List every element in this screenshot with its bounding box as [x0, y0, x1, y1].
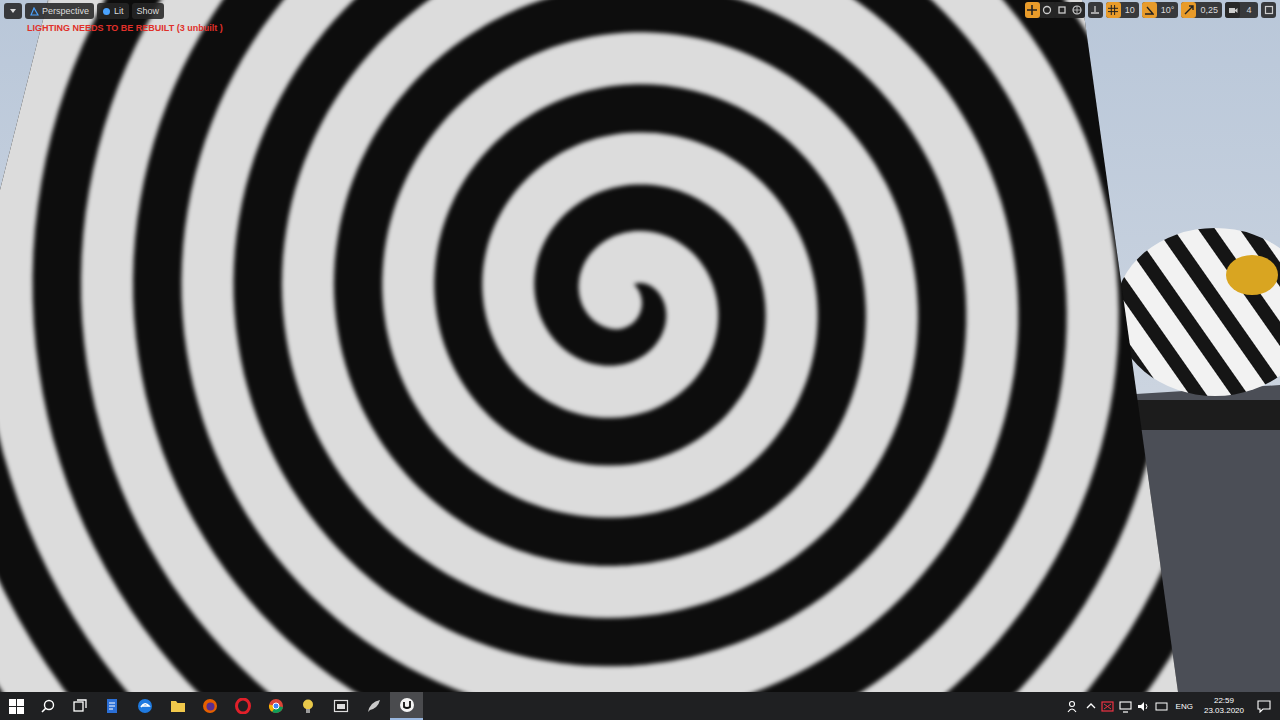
taskbar-app[interactable]	[129, 692, 162, 720]
viewport-scene	[0, 0, 1280, 692]
desktop: Perspective Lit Show LIGHTING NEEDS TO B…	[0, 0, 1280, 720]
world-local-toggle[interactable]	[1070, 2, 1085, 18]
move-icon	[1027, 5, 1037, 15]
spiral-plane[interactable]	[0, 0, 1280, 692]
perspective-icon	[30, 7, 39, 16]
keyboard-icon[interactable]	[1155, 700, 1168, 713]
bulb-icon	[300, 698, 316, 714]
viewport-toolbar: Perspective Lit Show	[4, 3, 164, 19]
clock-time: 22:59	[1214, 696, 1234, 706]
rotate-tool[interactable]	[1040, 2, 1055, 18]
system-tray: ENG 22:59 23.03.2020	[1067, 692, 1280, 720]
document-app-icon	[104, 698, 120, 714]
viewport-mode-button[interactable]: Perspective	[25, 3, 94, 19]
translate-tool[interactable]	[1025, 2, 1040, 18]
search-icon	[41, 699, 55, 713]
globe-icon	[1072, 5, 1082, 15]
camera-icon	[1228, 5, 1238, 15]
grid-icon	[1108, 5, 1118, 15]
people-icon[interactable]	[1067, 699, 1081, 713]
taskbar-app[interactable]	[194, 692, 227, 720]
task-view-icon	[73, 699, 88, 713]
taskbar-app[interactable]	[292, 692, 325, 720]
snap-toggle[interactable]	[1106, 2, 1121, 18]
camera-speed-button[interactable]	[1225, 2, 1240, 18]
firefox-icon	[202, 698, 218, 714]
lighting-warning: LIGHTING NEEDS TO BE REBUILT (3 unbuilt …	[27, 23, 223, 33]
start-button[interactable]	[0, 692, 32, 720]
snap-toolbar: 10 10° 0,25 4	[1025, 2, 1276, 18]
snap-control: 0,25	[1181, 2, 1222, 18]
rotate-icon	[1042, 5, 1052, 15]
security-icon[interactable]	[1101, 700, 1114, 713]
input-language[interactable]: ENG	[1173, 702, 1196, 711]
taskbar-app[interactable]	[358, 692, 391, 720]
taskbar-app[interactable]	[227, 692, 260, 720]
striped-sphere[interactable]	[1115, 228, 1280, 396]
maximize-viewport-button[interactable]	[1261, 2, 1276, 18]
taskbar-app[interactable]	[325, 692, 358, 720]
window-app-icon	[333, 698, 349, 714]
snap-value[interactable]: 10	[1121, 5, 1139, 15]
notification-button[interactable]	[1252, 699, 1276, 713]
scale-tool[interactable]	[1055, 2, 1070, 18]
chrome-icon	[268, 698, 284, 714]
snap-value[interactable]: 0,25	[1196, 5, 1222, 15]
snap-value[interactable]: 10°	[1157, 5, 1179, 15]
surface-snap-toggle[interactable]	[1088, 2, 1103, 18]
volume-icon[interactable]	[1137, 700, 1150, 713]
logo-decal	[1226, 255, 1278, 295]
snap-toggle[interactable]	[1142, 2, 1157, 18]
viewport-mode-button[interactable]: Show	[132, 3, 165, 19]
maximize-icon	[1264, 5, 1274, 15]
feather-icon	[366, 698, 382, 714]
folder-icon	[170, 698, 186, 714]
level-viewport[interactable]: Perspective Lit Show LIGHTING NEEDS TO B…	[0, 0, 1280, 692]
chevron-up-icon[interactable]	[1086, 701, 1096, 711]
dropdown-icon	[9, 7, 17, 15]
network-icon[interactable]	[1119, 700, 1132, 713]
notification-icon	[1257, 699, 1271, 713]
taskbar-app[interactable]	[96, 692, 129, 720]
snap-control: 10	[1106, 2, 1139, 18]
viewport-mode-button[interactable]: Lit	[97, 3, 129, 19]
scale-snap-icon	[1184, 5, 1194, 15]
taskbar-app[interactable]	[161, 692, 194, 720]
search-button[interactable]	[32, 692, 64, 720]
taskbar-app[interactable]	[259, 692, 292, 720]
task-view-button[interactable]	[64, 692, 96, 720]
taskbar-app[interactable]	[390, 692, 423, 720]
clock[interactable]: 22:59 23.03.2020	[1201, 696, 1247, 716]
unreal-icon	[399, 697, 415, 713]
snap-control: 10°	[1142, 2, 1179, 18]
scale-icon	[1057, 5, 1067, 15]
camera-speed-value[interactable]: 4	[1240, 5, 1258, 15]
surface-icon	[1090, 5, 1100, 15]
angle-icon	[1144, 5, 1154, 15]
clock-date: 23.03.2020	[1204, 706, 1244, 716]
transform-tools	[1025, 2, 1085, 18]
camera-speed: 4	[1225, 2, 1258, 18]
edge-icon	[137, 698, 153, 714]
taskbar: ENG 22:59 23.03.2020	[0, 692, 1280, 720]
lit-icon	[102, 7, 111, 16]
snap-toggle[interactable]	[1181, 2, 1196, 18]
opera-icon	[235, 698, 251, 714]
viewport-options-button[interactable]	[4, 3, 22, 19]
windows-icon	[9, 699, 24, 714]
